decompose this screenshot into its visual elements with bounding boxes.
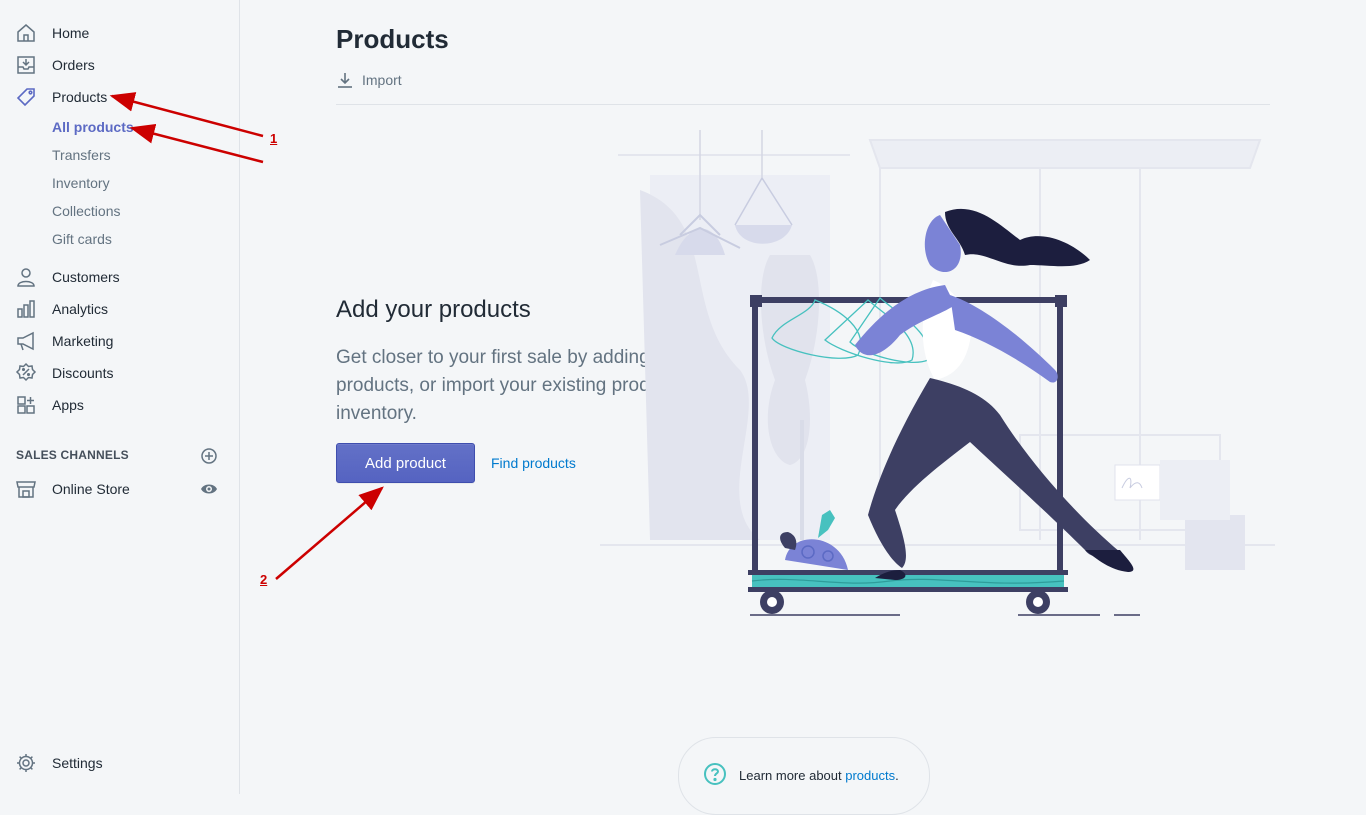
empty-state-illustration — [600, 130, 1275, 616]
sidebar: Home Orders Products All products Transf… — [0, 0, 240, 794]
view-store-button[interactable] — [199, 479, 219, 499]
home-icon — [14, 21, 38, 45]
nav-customers-label: Customers — [52, 269, 120, 285]
megaphone-icon — [14, 329, 38, 353]
empty-state-heading: Add your products — [336, 296, 531, 323]
annotation-marker-1: 1 — [270, 131, 278, 146]
find-products-link[interactable]: Find products — [491, 455, 576, 471]
discount-icon — [14, 361, 38, 385]
import-label: Import — [362, 72, 402, 88]
eye-icon — [201, 484, 217, 494]
nav-analytics-label: Analytics — [52, 301, 109, 317]
nav-orders-label: Orders — [52, 57, 95, 73]
plus-circle-icon — [201, 448, 217, 464]
bar-chart-icon — [14, 297, 38, 321]
nav-apps-label: Apps — [52, 397, 84, 413]
page-title: Products — [336, 24, 449, 54]
nav-settings-label: Settings — [52, 755, 103, 771]
nav-apps[interactable]: Apps — [0, 389, 239, 421]
nav-discounts-label: Discounts — [52, 365, 114, 381]
sub-collections[interactable]: Collections — [52, 200, 120, 222]
gear-icon — [14, 751, 38, 775]
sales-channels-title: SALES CHANNELS — [16, 448, 129, 462]
nav-home-label: Home — [52, 25, 90, 41]
nav-orders[interactable]: Orders — [0, 49, 239, 81]
person-icon — [14, 265, 38, 289]
sub-transfers[interactable]: Transfers — [52, 144, 111, 166]
help-footer: Learn more about products. — [678, 737, 930, 815]
sub-inventory[interactable]: Inventory — [52, 172, 110, 194]
nav-customers[interactable]: Customers — [0, 261, 239, 293]
nav-products-label: Products — [52, 89, 108, 105]
sub-gift-cards[interactable]: Gift cards — [52, 228, 112, 250]
header-divider — [336, 104, 1270, 105]
nav-settings[interactable]: Settings — [0, 747, 239, 779]
nav-marketing[interactable]: Marketing — [0, 325, 239, 357]
store-icon — [14, 477, 38, 501]
annotation-arrow-add-product — [275, 486, 384, 580]
help-text: Learn more about products. — [739, 768, 899, 783]
help-products-link[interactable]: products — [845, 768, 895, 783]
import-button[interactable]: Import — [336, 71, 402, 89]
nav-online-store-label: Online Store — [52, 481, 130, 497]
add-product-button[interactable]: Add product — [336, 443, 475, 483]
nav-home[interactable]: Home — [0, 17, 239, 49]
annotation-marker-2: 2 — [260, 572, 268, 587]
help-text-prefix: Learn more about — [739, 768, 846, 783]
question-circle-icon — [704, 763, 726, 785]
nav-analytics[interactable]: Analytics — [0, 293, 239, 325]
nav-marketing-label: Marketing — [52, 333, 114, 349]
help-text-suffix: . — [895, 768, 899, 783]
nav-products[interactable]: Products — [0, 81, 239, 113]
tag-icon — [14, 85, 38, 109]
add-sales-channel-button[interactable] — [199, 446, 219, 466]
orders-icon — [14, 53, 38, 77]
download-icon — [338, 73, 352, 88]
apps-icon — [14, 393, 38, 417]
nav-discounts[interactable]: Discounts — [0, 357, 239, 389]
sub-all-products[interactable]: All products — [52, 116, 134, 138]
